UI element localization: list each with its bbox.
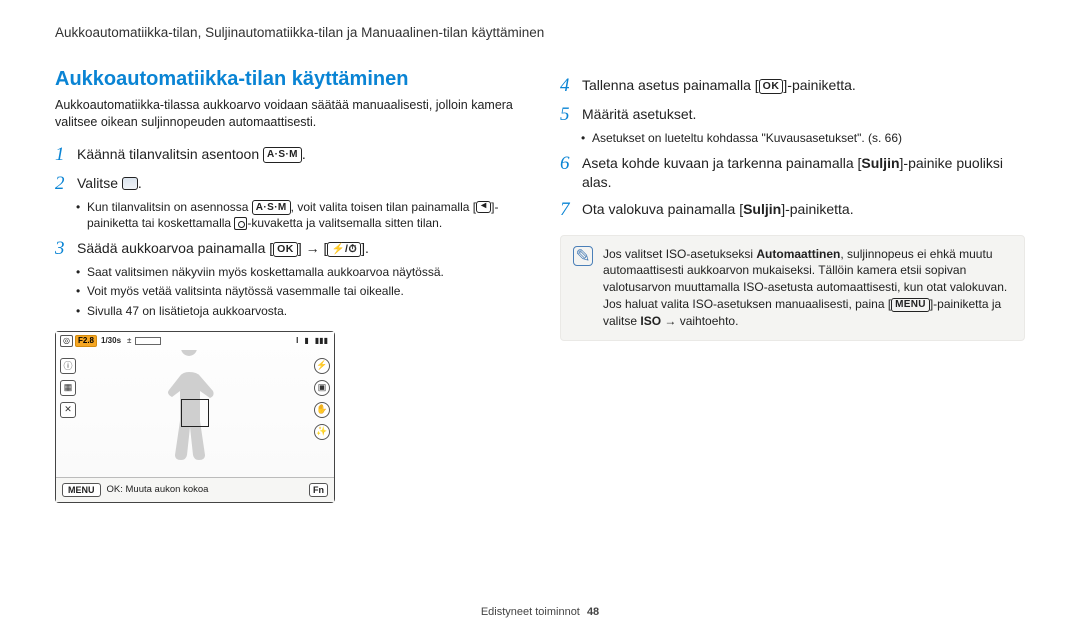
step-2: 2 Valitse . — [55, 174, 520, 195]
note-box: ✎ Jos valitset ISO-asetukseksi Automaatt… — [560, 235, 1025, 341]
section-title: Aukkoautomatiikka-tilan käyttäminen — [55, 68, 520, 91]
mode-select-icon — [122, 177, 138, 190]
step-4: 4 Tallenna asetus painamalla [OK]-painik… — [560, 76, 1025, 97]
left-column: Aukkoautomatiikka-tilan käyttäminen Aukk… — [55, 68, 520, 503]
step-text: Käännä tilanvalitsin asentoon — [77, 146, 263, 162]
step-body: Tallenna asetus painamalla [OK]-painiket… — [582, 76, 1025, 95]
step-number: 1 — [55, 145, 77, 166]
t: , voit valita toisen tilan painamalla [ — [291, 200, 476, 214]
lcd-right-icons: ⚡ ▣ ✋ ✨ — [314, 358, 330, 440]
step-text: Valitse — [77, 175, 122, 191]
bold: Suljin — [743, 201, 781, 217]
flash-timer-key-icon: ⚡/⏱ — [327, 242, 361, 257]
step-body: Käännä tilanvalitsin asentoon A·S·M. — [77, 145, 520, 164]
ok-key-icon: OK — [759, 79, 784, 94]
lcd-left-icons: ⓘ ▦ ✕ — [60, 358, 76, 418]
lcd-bottombar: MENU OK: Muuta aukon kokoa Fn — [56, 477, 334, 502]
fn-button[interactable]: Fn — [309, 483, 328, 497]
step-1: 1 Käännä tilanvalitsin asentoon A·S·M. — [55, 145, 520, 166]
lcd-topbar: ◎ F2.8 1/30s ± I ▮ ▮▮▮ — [56, 332, 334, 350]
t: -kuvaketta ja valitsemalla sitten tilan. — [247, 216, 442, 230]
step-body: Aseta kohde kuvaan ja tarkenna painamall… — [582, 154, 1025, 192]
bold: Automaattinen — [756, 247, 840, 261]
step-3-bullets: Saat valitsimen näkyviin myös koskettama… — [77, 264, 520, 319]
exposure-icon: ± — [125, 336, 133, 346]
mode-chip: ◎ — [60, 335, 73, 347]
step-body: Valitse . — [77, 174, 520, 193]
note-icon: ✎ — [573, 246, 593, 266]
beauty-icon: ✨ — [314, 424, 330, 440]
asm-icon: A·S·M — [263, 147, 302, 163]
frame-count: I — [294, 336, 300, 346]
step-number: 7 — [560, 200, 582, 221]
step-number: 2 — [55, 174, 77, 195]
t: Tallenna asetus painamalla [ — [582, 77, 759, 93]
page-header: Aukkoautomatiikka-tilan, Suljinautomatii… — [55, 25, 1025, 40]
t: Jos valitset ISO-asetukseksi — [603, 247, 756, 261]
step-number: 6 — [560, 154, 582, 175]
step-6: 6 Aseta kohde kuvaan ja tarkenna painama… — [560, 154, 1025, 192]
step-2-bullets: Kun tilanvalitsin on asennossa A·S·M, vo… — [77, 199, 520, 232]
step-text: Säädä aukkoarvoa painamalla [ — [77, 240, 273, 256]
step-body: Ota valokuva painamalla [Suljin]-painike… — [582, 200, 1025, 219]
page-footer: Edistyneet toiminnot 48 — [0, 606, 1080, 618]
back-key-icon — [476, 201, 491, 213]
mode-thumb-icon — [234, 217, 247, 230]
step-7: 7 Ota valokuva painamalla [Suljin]-paini… — [560, 200, 1025, 221]
step-body: Säädä aukkoarvoa painamalla [OK] → [⚡/⏱]… — [77, 239, 520, 258]
ok-key-icon: OK — [273, 242, 298, 257]
step-number: 3 — [55, 239, 77, 260]
step-number: 5 — [560, 105, 582, 126]
camera-lcd: ◎ F2.8 1/30s ± I ▮ ▮▮▮ ⓘ ▦ ✕ ⚡ ▣ — [55, 331, 335, 503]
step-5-bullets: Asetukset on lueteltu kohdassa "Kuvausas… — [582, 130, 1025, 146]
menu-button[interactable]: MENU — [62, 483, 101, 497]
wifi-off-icon: ✕ — [60, 402, 76, 418]
focus-square — [181, 399, 209, 427]
bold: Suljin — [861, 155, 899, 171]
t: ]. — [361, 240, 369, 256]
shutter-speed: 1/30s — [99, 336, 123, 346]
aperture-value: F2.8 — [75, 335, 97, 347]
t: Ota valokuva painamalla [ — [582, 201, 743, 217]
bullet: Asetukset on lueteltu kohdassa "Kuvausas… — [582, 130, 1025, 146]
drive-mode-icon: ▦ — [60, 380, 76, 396]
bullet: Voit myös vetää valitsinta näytössä vase… — [77, 283, 520, 299]
intro-text: Aukkoautomatiikka-tilassa aukkoarvo void… — [55, 97, 520, 131]
bullet: Sivulla 47 on lisätietoja aukkoarvosta. — [77, 303, 520, 319]
page-number: 48 — [587, 606, 599, 618]
shake-icon: ✋ — [314, 402, 330, 418]
af-mode-icon: ▣ — [314, 380, 330, 396]
menu-key-icon: MENU — [891, 298, 930, 312]
sd-card-icon: ▮ — [302, 336, 310, 346]
step-number: 4 — [560, 76, 582, 97]
step-5: 5 Määritä asetukset. — [560, 105, 1025, 126]
ev-scale-icon — [135, 337, 161, 345]
footer-section: Edistyneet toiminnot — [481, 606, 580, 618]
t: ]-painiketta. — [781, 201, 853, 217]
asm-icon: A·S·M — [252, 200, 291, 216]
bullet: Kun tilanvalitsin on asennossa A·S·M, vo… — [77, 199, 520, 232]
bottom-hint: OK: Muuta aukon kokoa — [107, 484, 209, 495]
t: Aseta kohde kuvaan ja tarkenna painamall… — [582, 155, 861, 171]
battery-icon: ▮▮▮ — [313, 336, 330, 346]
t: → vaihtoehto. — [661, 314, 738, 328]
bold: ISO — [640, 314, 661, 328]
note-text: Jos valitset ISO-asetukseksi Automaattin… — [603, 246, 1012, 330]
step-body: Määritä asetukset. — [582, 105, 1025, 124]
flash-mode-icon: ⚡ — [314, 358, 330, 374]
info-icon: ⓘ — [60, 358, 76, 374]
t: ]-painiketta. — [783, 77, 855, 93]
arrow: ] → [ — [298, 240, 328, 256]
t: Kun tilanvalitsin on asennossa — [87, 200, 252, 214]
step-3: 3 Säädä aukkoarvoa painamalla [OK] → [⚡/… — [55, 239, 520, 260]
bullet: Saat valitsimen näkyviin myös koskettama… — [77, 264, 520, 280]
lcd-screen: ◎ F2.8 1/30s ± I ▮ ▮▮▮ ⓘ ▦ ✕ ⚡ ▣ — [56, 332, 334, 477]
right-column: 4 Tallenna asetus painamalla [OK]-painik… — [560, 68, 1025, 503]
